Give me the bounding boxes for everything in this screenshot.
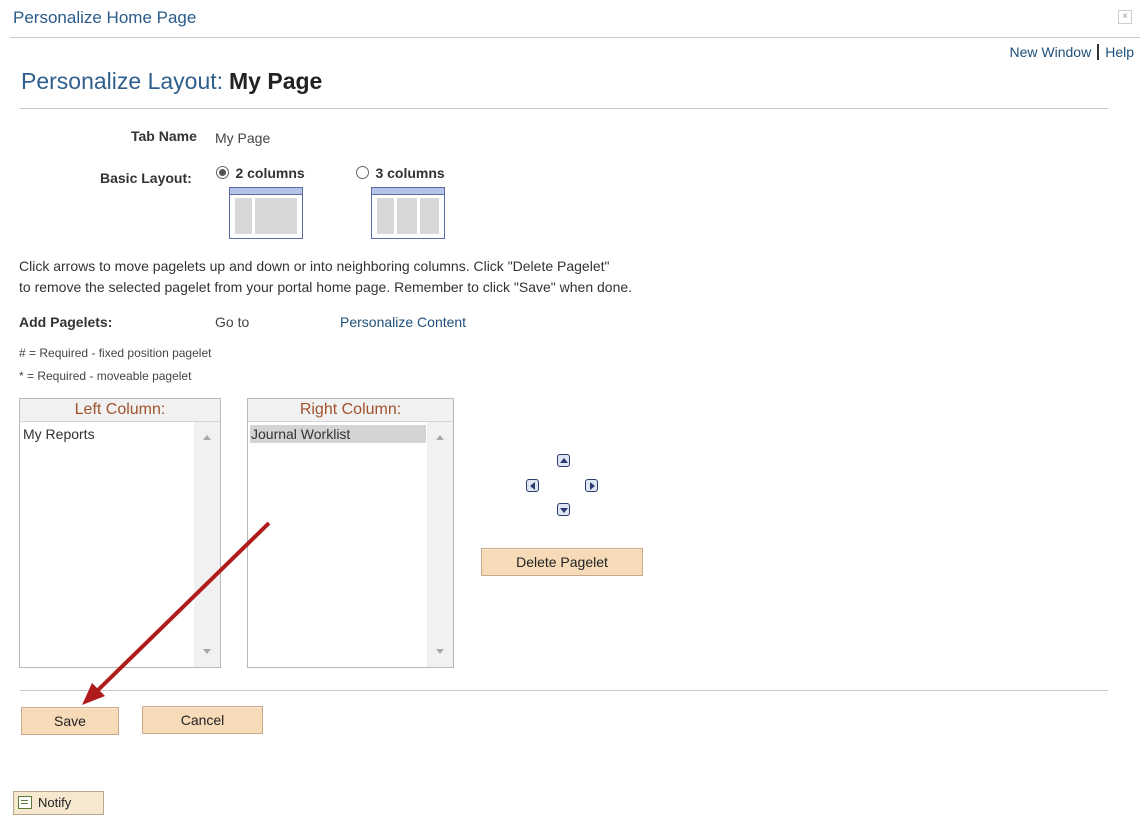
- annotation-arrow-overlay: [82, 521, 271, 705]
- annotation-arrow-line: [95, 521, 271, 693]
